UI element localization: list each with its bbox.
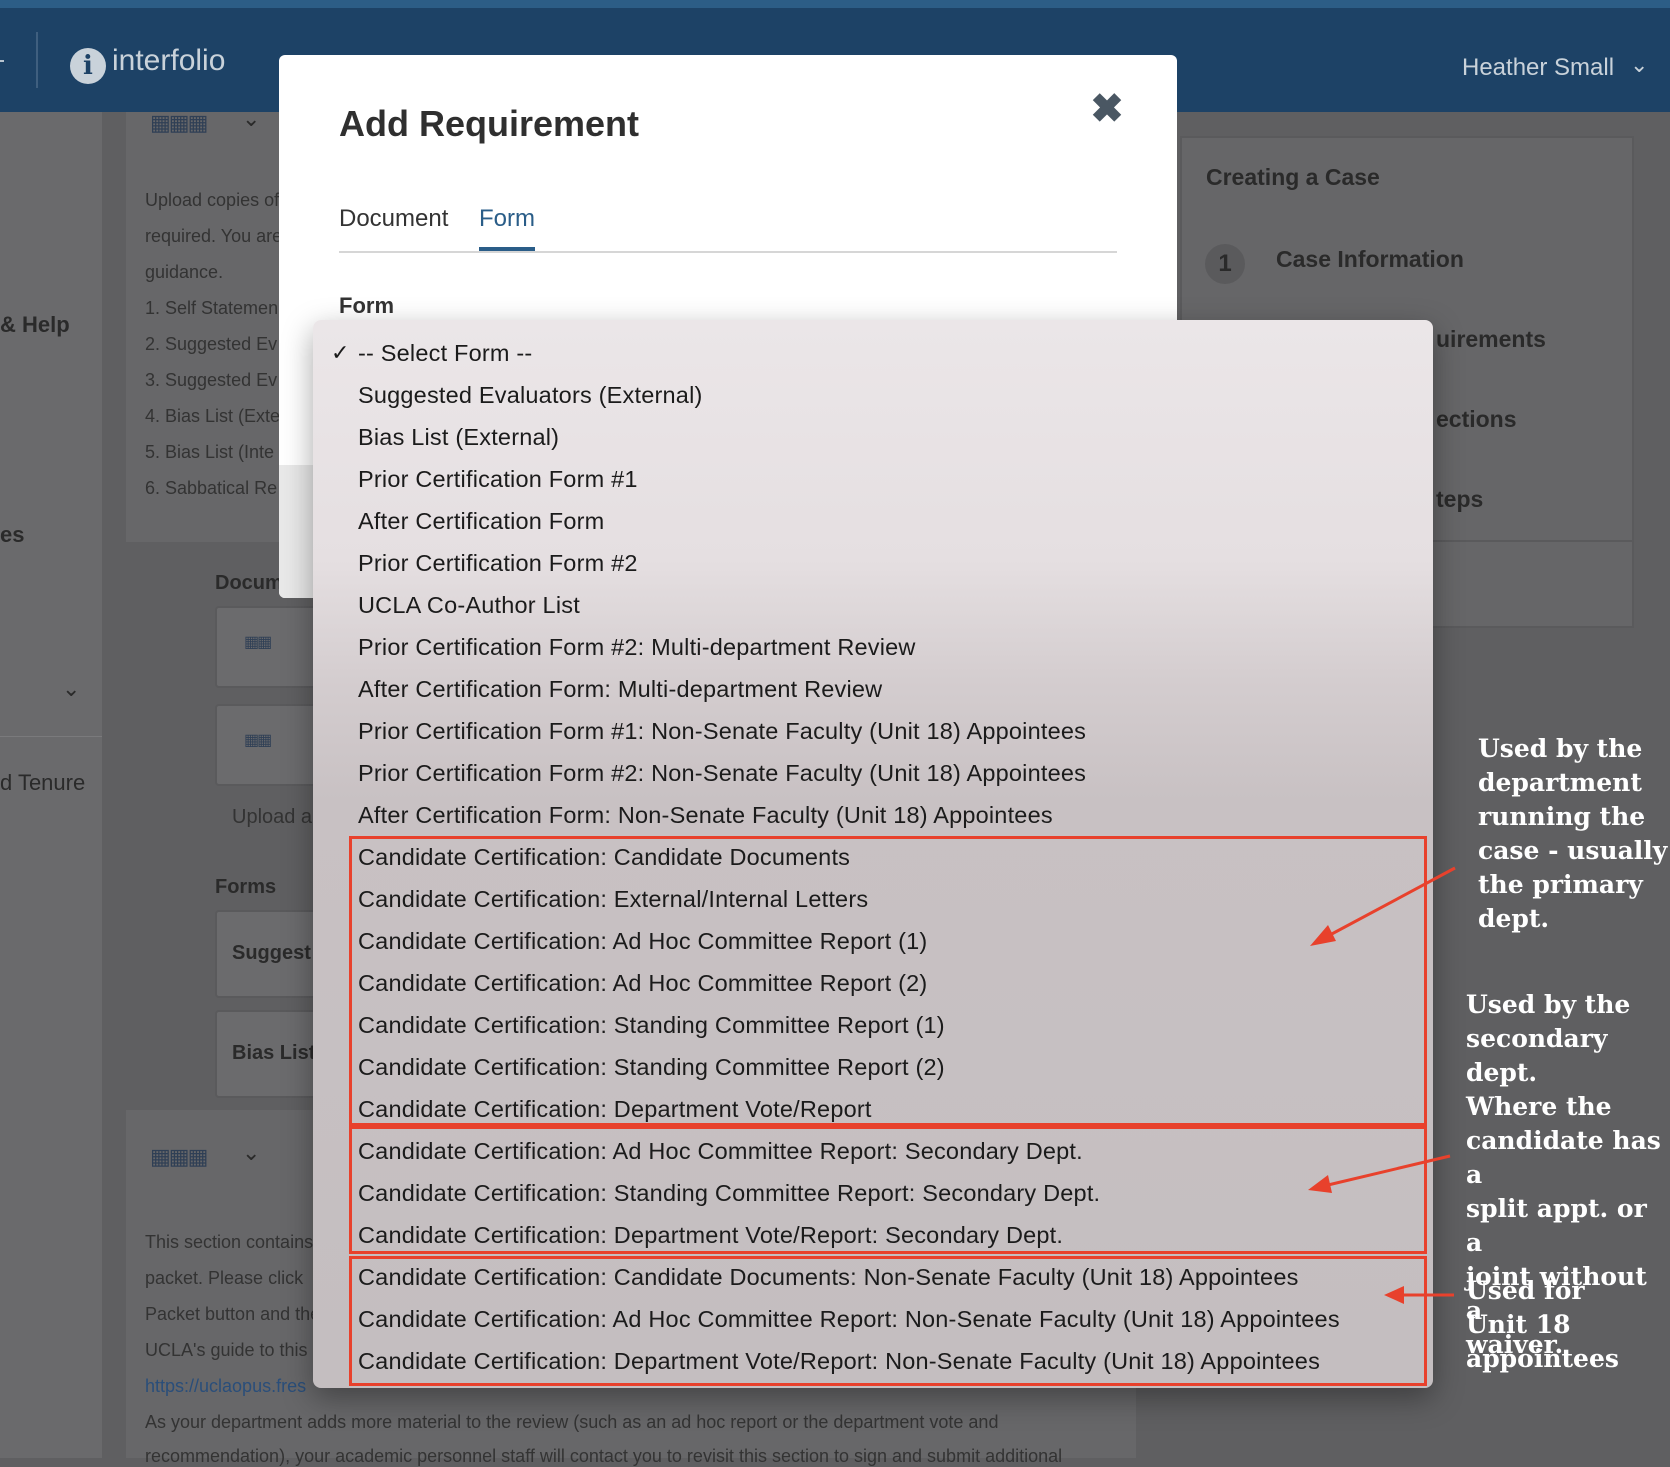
arrowhead-primary bbox=[1310, 925, 1336, 946]
annotation-line: the primary bbox=[1478, 870, 1643, 899]
annotation-line: candidate has a bbox=[1466, 1126, 1661, 1189]
arrowhead-secondary bbox=[1308, 1175, 1332, 1193]
arrowhead-unit18 bbox=[1384, 1286, 1404, 1304]
arrow-secondary bbox=[1327, 1154, 1451, 1187]
annotation-line: secondary dept. bbox=[1466, 1024, 1608, 1087]
annotation-line: Used for bbox=[1466, 1276, 1585, 1305]
arrow-primary bbox=[1327, 866, 1456, 938]
annotation-arrows bbox=[1308, 866, 1456, 1304]
annotation-line: Where the bbox=[1466, 1092, 1612, 1121]
annotation-line: Unit 18 bbox=[1466, 1310, 1571, 1339]
annotation-line: running the bbox=[1478, 802, 1646, 831]
annotation-line: case - usually bbox=[1478, 836, 1668, 865]
annotation-line: Used by the bbox=[1466, 990, 1631, 1019]
annotation-line: dept. bbox=[1478, 904, 1550, 933]
annotation-unit18: Used for Unit 18 appointees bbox=[1466, 1274, 1619, 1376]
annotation-line: Used by the bbox=[1478, 734, 1643, 763]
annotation-line: appointees bbox=[1466, 1344, 1619, 1373]
annotation-primary: Used by the department running the case … bbox=[1478, 732, 1667, 936]
annotation-line: split appt. or a bbox=[1466, 1194, 1647, 1257]
annotation-line: department bbox=[1478, 768, 1642, 797]
